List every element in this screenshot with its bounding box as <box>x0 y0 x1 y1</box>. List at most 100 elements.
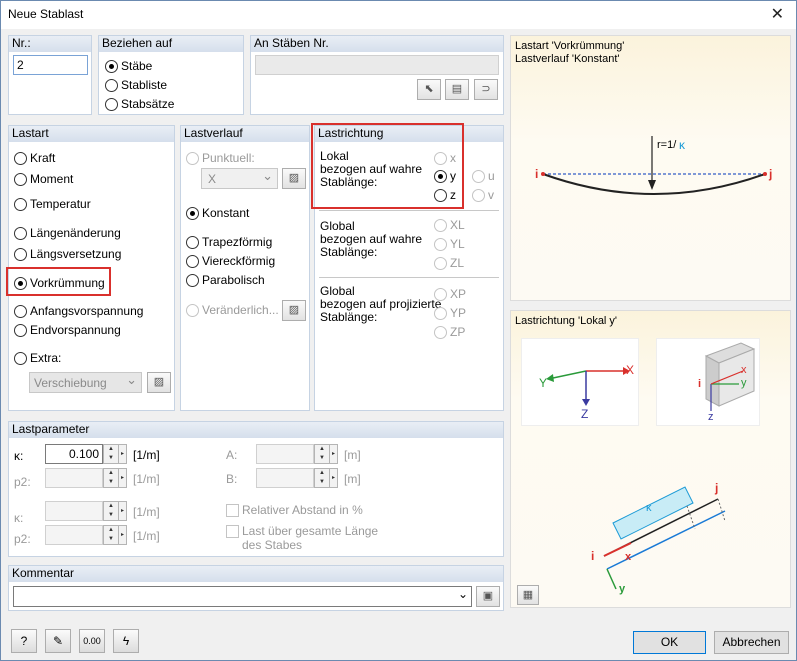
radio-stabsaetze[interactable] <box>105 98 118 111</box>
xp-label: XP <box>450 287 467 301</box>
a-input[interactable] <box>256 444 314 464</box>
radio-laengenaenderung[interactable] <box>14 227 27 240</box>
help-icon[interactable]: ? <box>11 629 37 653</box>
local-i-label: i <box>698 378 702 390</box>
member-i-label: i <box>591 549 595 563</box>
radio-trapezfoermig[interactable] <box>186 236 199 249</box>
radio-temperatur[interactable] <box>14 198 27 211</box>
radio-punktuell[interactable] <box>186 152 199 165</box>
radio-viereckfoermig[interactable] <box>186 255 199 268</box>
link-icon[interactable]: ⊃ <box>474 79 498 100</box>
radio-veraenderlich[interactable] <box>186 304 199 317</box>
zl-label: ZL <box>450 256 465 270</box>
close-icon[interactable]: ✕ <box>771 4 784 24</box>
lokal-v-label: v <box>488 188 494 202</box>
punktuell-edit-icon[interactable]: ▨ <box>282 168 306 189</box>
a-unit: [m] <box>344 448 361 462</box>
units-icon[interactable]: 0.00 <box>79 629 105 653</box>
p2-2-unit: [1/m] <box>133 529 160 543</box>
p2-1-input[interactable] <box>45 468 103 488</box>
staebe-group: An Stäben Nr. ⬉ ▤ ⊃ <box>250 35 504 115</box>
staebe-input[interactable] <box>255 55 499 75</box>
p2-2-input[interactable] <box>45 525 103 545</box>
kappa2-input[interactable] <box>45 501 103 521</box>
radio-stabliste[interactable] <box>105 79 118 92</box>
radio-xp[interactable] <box>434 288 447 301</box>
radio-konstant[interactable] <box>186 207 199 220</box>
lastparameter-label: Lastparameter <box>9 422 503 438</box>
p2-1-symbol: p2: <box>14 475 31 489</box>
endvorspannung-label: Endvorspannung <box>30 323 121 337</box>
member-kappa-label: κ <box>646 502 652 514</box>
p2-1-spinner[interactable]: ▲ ▼ <box>103 468 119 488</box>
select-pointer-icon[interactable]: ⬉ <box>417 79 441 100</box>
radio-anfangsvorspannung[interactable] <box>14 305 27 318</box>
last-ueber-checkbox[interactable] <box>226 525 239 538</box>
axis-Z-label: Z <box>581 407 589 421</box>
edit-icon[interactable]: ✎ <box>45 629 71 653</box>
laengenaenderung-label: Längenänderung <box>30 226 121 240</box>
xl-label: XL <box>450 218 465 232</box>
extra-select[interactable]: Verschiebung <box>29 372 142 393</box>
laengsversetzung-label: Längsversetzung <box>30 247 122 261</box>
radio-staebe[interactable] <box>105 60 118 73</box>
nr-group: Nr.: 2 <box>8 35 92 115</box>
local-x-label: x <box>741 364 747 376</box>
b-unit: [m] <box>344 472 361 486</box>
radio-lokal-v[interactable] <box>472 189 485 202</box>
nr-input[interactable]: 2 <box>13 55 88 75</box>
yl-label: YL <box>450 237 465 251</box>
p2-2-arrow[interactable]: ▸ <box>118 525 127 545</box>
vorkruemmung-highlight <box>6 267 111 296</box>
radio-zl[interactable] <box>434 257 447 270</box>
radio-yp[interactable] <box>434 307 447 320</box>
kappa1-arrow[interactable]: ▸ <box>118 444 127 464</box>
radio-lokal-u[interactable] <box>472 170 485 183</box>
veraenderlich-edit-icon[interactable]: ▨ <box>282 300 306 321</box>
cancel-button[interactable]: Abbrechen <box>714 631 789 654</box>
kappa2-arrow[interactable]: ▸ <box>118 501 127 521</box>
radio-extra[interactable] <box>14 352 27 365</box>
member-j-label: j <box>715 481 719 495</box>
axis-Y-label: Y <box>539 376 548 390</box>
kommentar-input[interactable] <box>13 586 472 607</box>
node-j-label: j <box>769 167 773 181</box>
extra-edit-icon[interactable]: ▨ <box>147 372 171 393</box>
preview-settings-icon[interactable]: ▦ <box>517 585 539 605</box>
punktuell-select[interactable]: X <box>201 168 278 189</box>
beziehen-label: Beziehen auf <box>99 36 243 52</box>
b-spinner[interactable]: ▲ ▼ <box>314 468 330 488</box>
radio-laengsversetzung[interactable] <box>14 248 27 261</box>
radio-kraft[interactable] <box>14 152 27 165</box>
kappa1-symbol: κ: <box>14 449 24 463</box>
member-x-label: x <box>625 551 632 563</box>
b-input[interactable] <box>256 468 314 488</box>
extra-label: Extra: <box>30 351 62 365</box>
b-arrow[interactable]: ▸ <box>329 468 338 488</box>
a-arrow[interactable]: ▸ <box>329 444 338 464</box>
radio-moment[interactable] <box>14 173 27 186</box>
radio-xl[interactable] <box>434 219 447 232</box>
kappa2-spinner[interactable]: ▲ ▼ <box>103 501 119 521</box>
select-members-icon[interactable]: ▤ <box>445 79 469 100</box>
chevron-down-icon[interactable]: ⌄ <box>458 587 468 601</box>
a-spinner[interactable]: ▲ ▼ <box>314 444 330 464</box>
kappa1-input[interactable]: 0.100 <box>45 444 103 464</box>
radio-parabolisch[interactable] <box>186 274 199 287</box>
radio-yl[interactable] <box>434 238 447 251</box>
p2-1-arrow[interactable]: ▸ <box>118 468 127 488</box>
ok-button[interactable]: OK <box>633 631 706 654</box>
lightning-icon[interactable]: ϟ <box>113 629 139 653</box>
b-label: B: <box>226 472 238 486</box>
p2-2-spinner[interactable]: ▲ ▼ <box>103 525 119 545</box>
nr-label: Nr.: <box>9 36 91 52</box>
kappa1-spinner[interactable]: ▲ ▼ <box>103 444 119 464</box>
relativer-abstand-checkbox[interactable] <box>226 504 239 517</box>
radio-endvorspannung[interactable] <box>14 324 27 337</box>
kommentar-copy-icon[interactable]: ▣ <box>476 586 500 607</box>
des-stabes-label: des Stabes <box>242 538 303 552</box>
member-y-label: y <box>619 583 626 595</box>
kappa2-unit: [1/m] <box>133 505 160 519</box>
kraft-label: Kraft <box>30 151 56 165</box>
radio-zp[interactable] <box>434 326 447 339</box>
